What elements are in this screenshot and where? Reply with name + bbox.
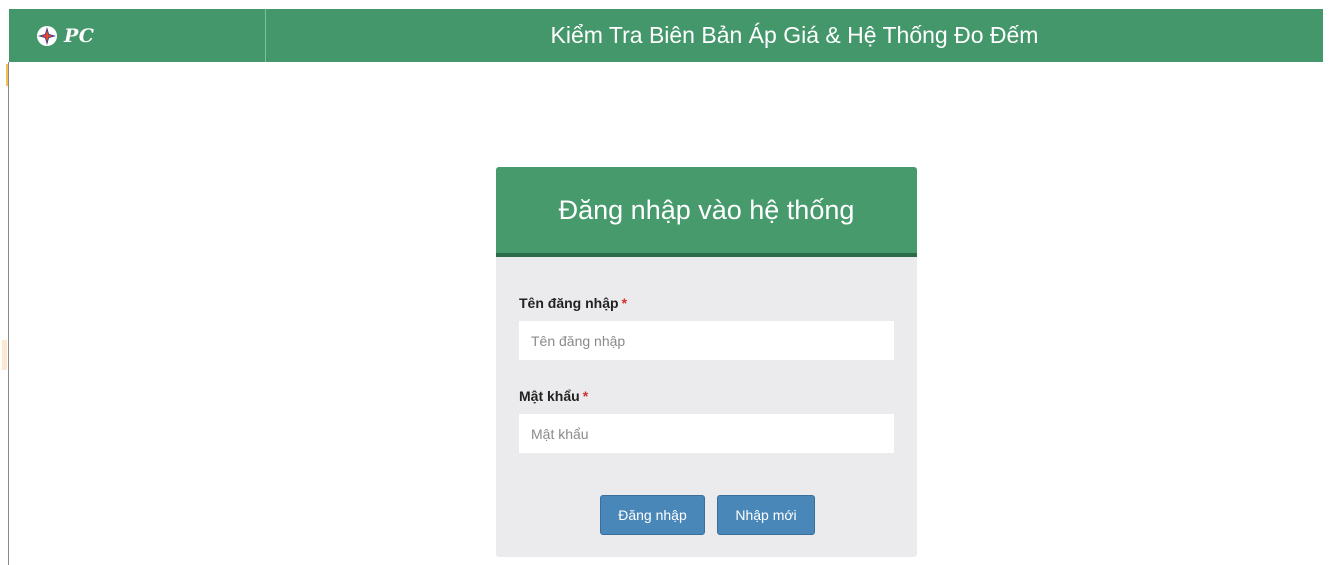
login-panel-header: Đăng nhập vào hệ thống	[496, 167, 917, 257]
password-required-mark: *	[582, 388, 589, 404]
page: PC Kiểm Tra Biên Bản Áp Giá & Hệ Thống Đ…	[0, 0, 1330, 565]
left-accent-mark	[6, 64, 8, 86]
password-input[interactable]	[519, 414, 894, 453]
username-input[interactable]	[519, 321, 894, 360]
username-label-text: Tên đăng nhập	[519, 295, 619, 311]
app-title: Kiểm Tra Biên Bản Áp Giá & Hệ Thống Đo Đ…	[550, 22, 1039, 48]
login-panel: Đăng nhập vào hệ thống Tên đăng nhập* Mậ…	[496, 167, 917, 557]
login-title: Đăng nhập vào hệ thống	[558, 194, 855, 225]
evn-logo-icon	[37, 25, 57, 46]
top-navbar: PC Kiểm Tra Biên Bản Áp Giá & Hệ Thống Đ…	[9, 9, 1323, 62]
brand[interactable]: PC	[9, 9, 266, 62]
left-highlight-mark	[2, 340, 7, 370]
username-required-mark: *	[621, 295, 628, 311]
reset-button[interactable]: Nhập mới	[717, 495, 815, 535]
left-divider	[8, 62, 9, 565]
password-label: Mật khẩu *	[519, 388, 588, 404]
password-label-text: Mật khẩu	[519, 388, 580, 404]
username-label: Tên đăng nhập *	[519, 295, 627, 311]
login-button[interactable]: Đăng nhập	[600, 495, 705, 535]
brand-text: PC	[64, 24, 95, 47]
